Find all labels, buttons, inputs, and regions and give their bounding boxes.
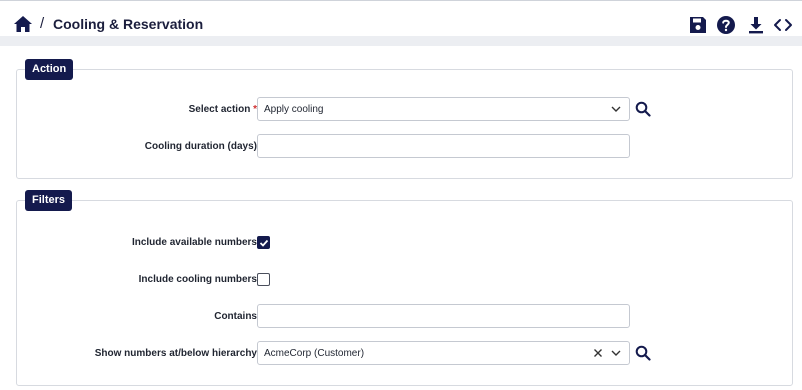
action-panel: Action Select action * Apply cooling Coo… bbox=[16, 59, 793, 179]
help-icon[interactable] bbox=[716, 15, 736, 35]
select-action-label: Select action * bbox=[188, 104, 257, 115]
download-icon[interactable] bbox=[746, 15, 766, 35]
chevron-down-icon[interactable] bbox=[611, 349, 621, 357]
include-available-label: Include available numbers bbox=[131, 237, 257, 248]
filters-panel-legend: Filters bbox=[25, 190, 73, 211]
cooling-duration-label: Cooling duration (days) bbox=[144, 141, 257, 152]
include-available-checkbox[interactable] bbox=[257, 236, 270, 249]
action-panel-legend: Action bbox=[25, 59, 74, 80]
clear-icon[interactable] bbox=[593, 348, 603, 358]
filters-panel: Filters Include available numbers Includ… bbox=[16, 190, 793, 386]
breadcrumb-separator: / bbox=[40, 15, 45, 32]
select-action-dropdown[interactable]: Apply cooling bbox=[257, 97, 630, 121]
chevron-down-icon[interactable] bbox=[611, 105, 621, 113]
include-cooling-label: Include cooling numbers bbox=[138, 274, 257, 285]
save-icon[interactable] bbox=[688, 15, 708, 35]
check-icon bbox=[259, 239, 269, 247]
hierarchy-label: Show numbers at/below hierarchy bbox=[94, 348, 257, 359]
header-divider bbox=[0, 36, 802, 46]
search-icon[interactable] bbox=[635, 345, 651, 361]
search-icon[interactable] bbox=[635, 101, 651, 117]
page-title: Cooling & Reservation bbox=[53, 16, 204, 32]
hierarchy-value: AcmeCorp (Customer) bbox=[264, 348, 365, 359]
contains-label: Contains bbox=[214, 311, 257, 322]
hierarchy-dropdown[interactable]: AcmeCorp (Customer) bbox=[257, 341, 630, 365]
code-icon[interactable] bbox=[773, 15, 793, 35]
select-action-value: Apply cooling bbox=[264, 104, 324, 115]
contains-input[interactable] bbox=[257, 304, 630, 328]
include-cooling-checkbox[interactable] bbox=[257, 273, 270, 286]
cooling-duration-input[interactable] bbox=[257, 134, 630, 158]
home-icon[interactable] bbox=[13, 15, 33, 33]
